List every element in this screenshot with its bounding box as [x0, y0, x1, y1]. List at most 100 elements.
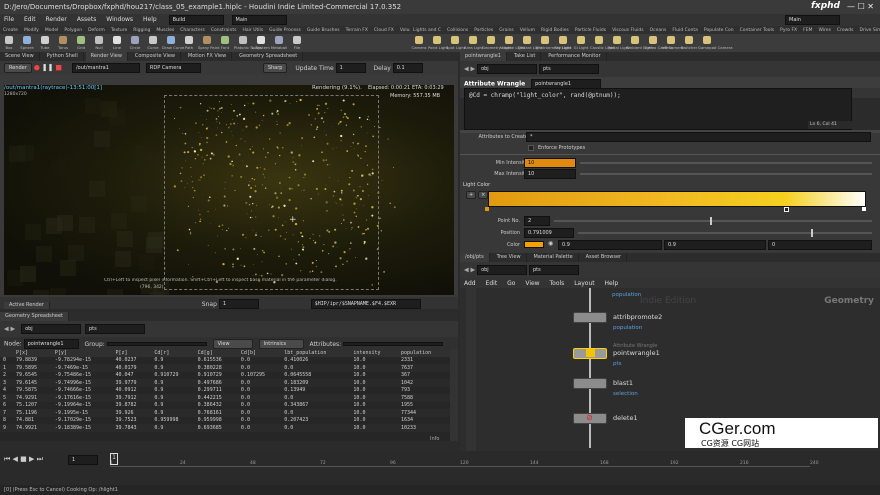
sheet-header-6[interactable]: Cd[b]	[237, 349, 282, 357]
point-no-slider[interactable]	[554, 220, 872, 222]
shelf-tab-left-3[interactable]: Polygon	[61, 27, 85, 34]
shelf-tab-right-1[interactable]: Collisions	[444, 27, 471, 34]
shelf-tab-left-7[interactable]: Muscles	[153, 27, 177, 34]
tab-render-view[interactable]: Render View	[85, 52, 128, 61]
sharp-button[interactable]: Sharp	[262, 63, 288, 73]
tool-tools-right-0[interactable]: Camera	[410, 34, 428, 52]
color-swatch[interactable]	[524, 241, 544, 248]
tool-tools-left-0[interactable]: Box	[0, 34, 18, 52]
tool-tools-left-3[interactable]: Torus	[54, 34, 72, 52]
tool-tools-left-11[interactable]: Spray Paint	[198, 34, 220, 52]
renderer-select[interactable]: /out/mantra1	[71, 63, 140, 73]
intrinsics-button[interactable]: Intrinsics	[258, 339, 304, 349]
tool-tools-right-14[interactable]: VR Camera	[662, 34, 683, 52]
table-row[interactable]: 4 79.5875 -9.74666e-15 40.0912 0.9 0.299711 0.…	[0, 386, 450, 394]
table-row[interactable]: 9 74.9921 -9.18389e-15 39.7843 0.9 0.693685 0.…	[0, 424, 450, 432]
shelf-tab-right-5[interactable]: Rigid Bodies	[538, 27, 572, 34]
tab-pointwrangle[interactable]: pointwrangle1	[460, 52, 507, 61]
playback-controls[interactable]: ⏮ ◀ ■ ▶ ⏭	[4, 455, 43, 464]
tab-asset-browser[interactable]: Asset Browser	[581, 253, 628, 262]
pause-icon[interactable]: ❚❚	[42, 64, 54, 72]
render-button[interactable]: Render	[4, 63, 32, 73]
geo-field[interactable]: pts	[84, 324, 145, 334]
tool-tools-right-4[interactable]: Geometry Light	[482, 34, 512, 52]
tab-tree-view[interactable]: Tree View	[492, 253, 527, 262]
shelf-tab-right-0[interactable]: Lights and C	[410, 27, 444, 34]
tool-tools-right-11[interactable]: Portal Light	[608, 34, 630, 52]
frame-field[interactable]: 1	[68, 455, 98, 465]
obj-field[interactable]: obj	[21, 324, 82, 334]
tab-material-palette[interactable]: Material Palette	[528, 253, 579, 262]
sheet-header-9[interactable]: population	[398, 349, 450, 357]
tool-tools-right-5[interactable]: Volume Light	[500, 34, 525, 52]
menu-assets[interactable]: Assets	[73, 14, 101, 25]
table-row[interactable]: 3 79.6145 -9.74996e-15 39.9779 0.9 0.497686 0.…	[0, 379, 450, 387]
render-image[interactable]: +	[4, 85, 454, 295]
param-geo-field[interactable]: pts	[538, 64, 599, 74]
point-no-field[interactable]: 2	[524, 216, 550, 226]
shelf-tab-right-13[interactable]: FEM	[800, 27, 815, 34]
tool-tools-right-10[interactable]: Caustic Light	[590, 34, 615, 52]
snap-field[interactable]: 1	[218, 299, 259, 309]
param-obj-field[interactable]: obj	[477, 64, 538, 74]
sheet-header-1[interactable]: P[x]	[12, 349, 52, 357]
shelf-tab-left-6[interactable]: Rigging	[130, 27, 153, 34]
enforce-prototypes-checkbox[interactable]	[528, 145, 534, 151]
shelf-tab-left-1[interactable]: Modify	[21, 27, 42, 34]
table-row[interactable]: 1 79.5895 -9.7469e-15 40.0179 0.9 0.380228 0.0…	[0, 364, 450, 372]
sheet-header-7[interactable]: lbt_population	[281, 349, 351, 357]
tool-tools-right-9[interactable]: GI Light	[572, 34, 590, 52]
shelf-tab-left-0[interactable]: Create	[0, 27, 21, 34]
network-obj-field[interactable]: obj	[477, 265, 528, 275]
shelf-tab-right-6[interactable]: Particle Fluids	[572, 27, 609, 34]
window-controls[interactable]: — ☐ ✕	[847, 2, 874, 11]
color-ramp[interactable]	[488, 191, 866, 207]
tool-tools-left-16[interactable]: File	[288, 34, 306, 52]
tab-take-list[interactable]: Take List	[509, 52, 542, 61]
tool-tools-left-2[interactable]: Tube	[36, 34, 54, 52]
spreadsheet-scrollbar[interactable]	[450, 349, 458, 441]
tab-geometry-spreadsheet[interactable]: Geometry Spreadsheet	[0, 312, 70, 321]
stop-icon[interactable]: ■	[55, 64, 62, 72]
max-intensity-field[interactable]: 10	[524, 169, 576, 179]
tool-tools-right-8[interactable]: Sky Light	[554, 34, 572, 52]
param-back-icon[interactable]: ◀ ▶	[464, 66, 475, 73]
min-intensity-slider[interactable]	[580, 162, 872, 164]
tab-geo-spreadsheet[interactable]: Geometry Spreadsheet	[234, 52, 304, 61]
table-row[interactable]: 2 79.6545 -9.75486e-15 40.047 0.910729 0.9107…	[0, 371, 450, 379]
shelf-tab-left-12[interactable]: Guide Brushes	[304, 27, 343, 34]
shelf-tab-left-11[interactable]: Guide Process	[266, 27, 304, 34]
tool-tools-left-1[interactable]: Sphere	[18, 34, 36, 52]
tool-tools-right-2[interactable]: Spot Light	[446, 34, 465, 52]
playhead[interactable]: 1	[110, 453, 118, 465]
tool-tools-left-7[interactable]: Circle	[126, 34, 144, 52]
shelf-tab-left-14[interactable]: Cloud FX	[371, 27, 397, 34]
network-editor[interactable]: Indie Edition Geometry population attrib…	[460, 288, 880, 451]
sheet-header-4[interactable]: Cd[r]	[151, 349, 195, 357]
timeline-ruler[interactable]: 1 24 48 72 96 120 144 168 192 216 240	[110, 453, 819, 467]
tool-tools-left-5[interactable]: Null	[90, 34, 108, 52]
table-row[interactable]: 8 74.881 -9.17029e-15 39.7523 0.959998 0.9599…	[0, 416, 450, 424]
shelf-tab-right-11[interactable]: Container Tools	[737, 27, 778, 34]
ramp-key-end[interactable]	[862, 207, 866, 211]
table-row[interactable]: 6 75.1207 -9.19964e-15 39.8782 0.9 0.386432 0.…	[0, 401, 450, 409]
shelf-tab-right-3[interactable]: Grains	[496, 27, 517, 34]
tool-tools-right-15[interactable]: Switcher	[680, 34, 698, 52]
menu-render[interactable]: Render	[42, 14, 71, 25]
spreadsheet-table[interactable]: P[x] P[y] P[z] Cd[r] Cd[g] Cd[b] lbt_populatio…	[0, 349, 450, 432]
desktop-select[interactable]: Build	[168, 14, 224, 25]
attributes-field[interactable]	[343, 342, 444, 346]
sheet-header-2[interactable]: P[y]	[51, 349, 113, 357]
shelf-tab-right-7[interactable]: Viscous Fluids	[609, 27, 647, 34]
color-wheel-icon[interactable]: ◉	[548, 240, 553, 247]
delay-field[interactable]: 0.1	[392, 63, 423, 73]
remove-key-button[interactable]: ×	[478, 191, 489, 199]
table-row[interactable]: 7 75.1196 -9.1995e-15 39.926 0.9 0.768161 0.0 0…	[0, 409, 450, 417]
update-time-field[interactable]: 1	[335, 63, 366, 73]
sheet-header-3[interactable]: P[z]	[112, 349, 152, 357]
group-field[interactable]	[106, 342, 207, 346]
tool-tools-right-7[interactable]: Environment Light	[536, 34, 571, 52]
point-no-handle[interactable]	[710, 217, 712, 225]
render-region[interactable]	[164, 95, 379, 290]
vex-code-editor[interactable]: @Cd = chramp("light_color", rand(@ptnum)…	[464, 88, 852, 130]
